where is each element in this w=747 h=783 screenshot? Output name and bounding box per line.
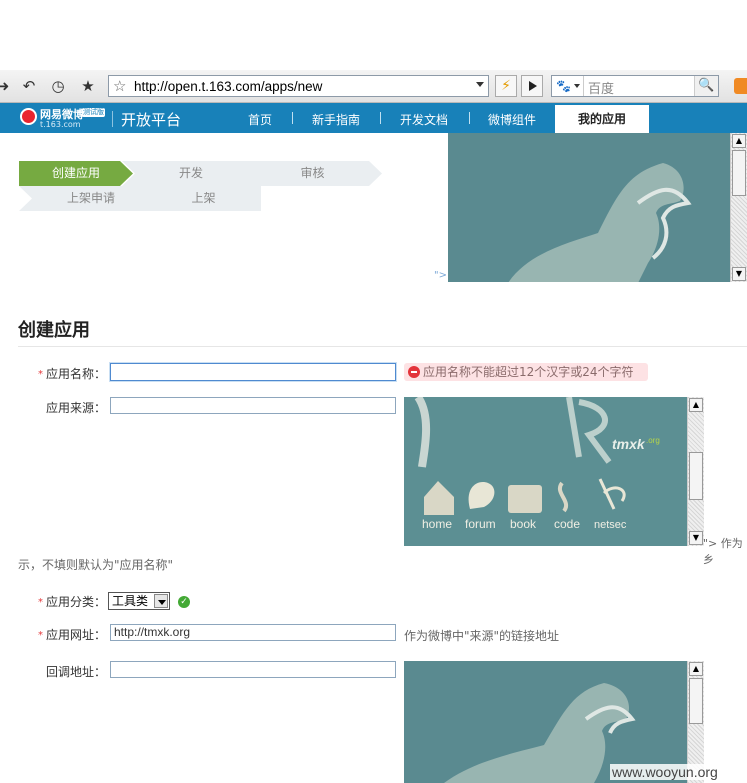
link-code: code	[554, 517, 580, 531]
search-input[interactable]: 百度	[588, 78, 614, 97]
frame-residue-text: ">	[434, 270, 447, 281]
category-select[interactable]: 工具类	[108, 592, 170, 610]
nav-guide[interactable]: 新手指南	[312, 111, 360, 128]
platform-title[interactable]: 开放平台	[121, 109, 181, 130]
tmxk-banner: tmxk .org home forum book code netsec	[414, 397, 660, 531]
lightning-icon[interactable]: ⚡	[495, 75, 517, 97]
frame-scrollbar[interactable]: ▲ ▼	[687, 397, 704, 546]
nav-separator	[292, 112, 293, 124]
nav-separator	[380, 112, 381, 124]
page-title: 创建应用	[18, 320, 90, 341]
address-bar[interactable]: ☆ http://open.t.163.com/apps/new	[108, 75, 489, 97]
logo-mark-icon	[20, 108, 37, 125]
nav-docs[interactable]: 开发文档	[400, 111, 448, 128]
scroll-down-icon[interactable]: ▼	[689, 531, 703, 545]
scroll-up-icon[interactable]: ▲	[732, 134, 746, 148]
step-submit-listing: 上架申请	[19, 186, 163, 211]
app-name-input[interactable]	[110, 363, 396, 381]
source-hint-right: "> 作为乡	[703, 537, 743, 566]
app-url-label: 应用网址：	[46, 628, 107, 642]
app-source-input[interactable]	[110, 397, 396, 414]
url-text[interactable]: http://open.t.163.com/apps/new	[134, 79, 322, 94]
check-icon: ✓	[178, 596, 190, 608]
magnifier-icon[interactable]: 🔍	[694, 76, 718, 96]
app-url-hint: 作为微博中"来源"的链接地址	[404, 629, 560, 643]
link-netsec: netsec	[594, 519, 627, 531]
step-label: 创建应用	[51, 166, 100, 180]
search-engine-icon[interactable]: 🐾	[552, 76, 584, 96]
scroll-up-icon[interactable]: ▲	[689, 662, 703, 676]
go-icon[interactable]	[521, 75, 543, 97]
back-icon[interactable]: ➜	[0, 76, 14, 96]
app-url-input[interactable]: http://tmxk.org	[110, 624, 396, 641]
error-icon	[408, 366, 420, 378]
logo-subtext: t.163.com	[40, 120, 81, 129]
search-box[interactable]: 🐾 百度 🔍	[551, 75, 719, 97]
scroll-thumb[interactable]	[689, 452, 703, 500]
nav-home[interactable]: 首页	[248, 111, 272, 128]
app-name-label: 应用名称：	[46, 367, 107, 381]
required-mark: *	[38, 597, 43, 608]
scroll-thumb[interactable]	[689, 678, 703, 724]
link-book: book	[510, 517, 537, 531]
history-icon[interactable]: ◷	[47, 76, 69, 96]
site-logo[interactable]: 网易微博 测试版 t.163.com	[20, 107, 110, 129]
step-label: 审核	[300, 166, 325, 180]
watermark: www.wooyun.org	[610, 764, 720, 780]
required-mark: *	[38, 369, 43, 380]
step-develop: 开发	[122, 161, 260, 186]
step-label: 上架	[191, 191, 216, 205]
logo-badge: 测试版	[82, 108, 105, 117]
scroll-up-icon[interactable]: ▲	[689, 398, 703, 412]
nav-separator	[469, 112, 470, 124]
browser-toolbar: ➜ ↶ ◷ ★ ☆ http://open.t.163.com/apps/new…	[0, 70, 747, 103]
tmxk-logo: tmxk	[612, 436, 646, 452]
star-icon[interactable]: ☆	[113, 77, 126, 95]
error-text: 应用名称不能超过12个汉字或24个字符	[423, 365, 634, 379]
callback-input[interactable]	[110, 661, 396, 678]
chevron-down-icon[interactable]	[476, 82, 484, 87]
site-header: 网易微博 测试版 t.163.com 开放平台 首页 新手指南 开发文档 微博组…	[0, 103, 747, 133]
title-divider	[18, 346, 747, 347]
horse-image	[508, 163, 692, 282]
rss-icon[interactable]	[734, 78, 747, 94]
bookmark-star-icon[interactable]: ★	[77, 76, 99, 96]
category-label: 应用分类：	[46, 595, 107, 609]
reload-icon[interactable]: ↶	[18, 76, 40, 96]
app-source-label: 应用来源：	[46, 401, 107, 415]
category-value: 工具类	[112, 594, 149, 608]
source-hint: 示，不填则默认为"应用名称"	[18, 558, 174, 572]
step-create-app: 创建应用	[19, 161, 133, 186]
required-mark: *	[38, 630, 43, 641]
link-home: home	[422, 517, 452, 531]
scroll-thumb[interactable]	[732, 150, 746, 196]
step-label: 上架申请	[66, 191, 115, 205]
embedded-frame-top[interactable]: ▲ ▼	[448, 133, 747, 282]
embedded-frame-middle[interactable]: tmxk .org home forum book code netsec ▲ …	[404, 397, 704, 546]
tmxk-logo-suffix: .org	[646, 436, 660, 445]
step-review: 审核	[243, 161, 382, 186]
app-name-error: 应用名称不能超过12个汉字或24个字符	[404, 363, 648, 381]
step-label: 开发	[178, 166, 203, 180]
nav-widgets[interactable]: 微博组件	[488, 111, 536, 128]
chevron-down-icon[interactable]	[154, 594, 168, 608]
nav-my-apps[interactable]: 我的应用	[555, 105, 649, 133]
callback-label: 回调地址：	[46, 665, 107, 679]
scroll-down-icon[interactable]: ▼	[732, 267, 746, 281]
link-forum: forum	[465, 517, 496, 531]
step-listed: 上架	[146, 186, 261, 211]
header-divider	[112, 111, 113, 127]
frame-scrollbar[interactable]: ▲ ▼	[730, 133, 747, 282]
